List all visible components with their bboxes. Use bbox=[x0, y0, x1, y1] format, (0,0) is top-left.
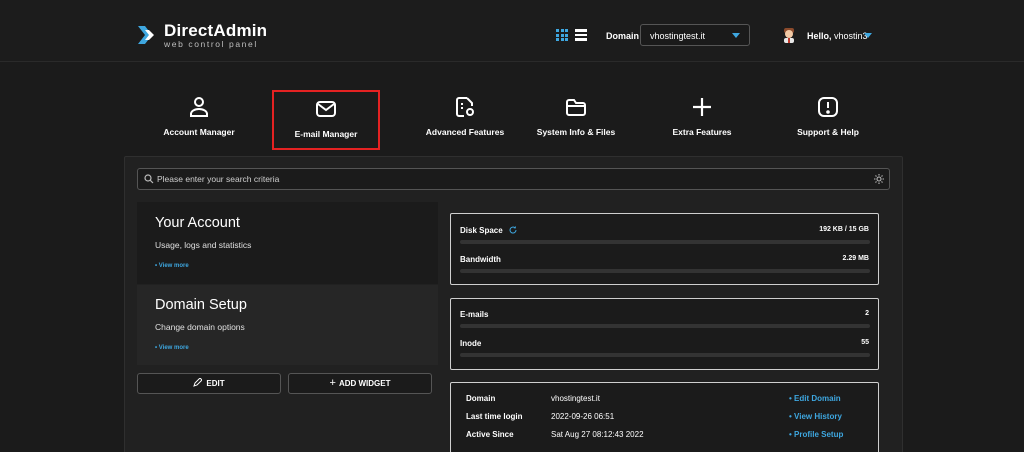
nav-advanced-features[interactable]: Advanced Features bbox=[405, 90, 525, 150]
top-bar: DirectAdmin web control panel Domain vho… bbox=[0, 0, 1024, 62]
nav-extra-features[interactable]: Extra Features bbox=[656, 90, 748, 150]
add-widget-button-label: ADD WIDGET bbox=[338, 379, 391, 388]
pencil-icon bbox=[193, 377, 204, 387]
avatar[interactable] bbox=[781, 27, 797, 43]
user-greeting[interactable]: Hello, vhostin3 bbox=[807, 31, 868, 41]
nav-label: Advanced Features bbox=[425, 127, 505, 137]
gear-icon[interactable] bbox=[873, 173, 885, 185]
disk-space-label: Disk Space bbox=[460, 226, 517, 235]
bandwidth-bar bbox=[460, 269, 870, 273]
domain-select[interactable]: vhostingtest.it bbox=[640, 24, 750, 46]
info-login-label: Last time login bbox=[466, 412, 523, 421]
emails-value: 2 bbox=[865, 310, 869, 317]
user-menu-chevron-icon[interactable] bbox=[864, 33, 872, 38]
nav-label: E-mail Manager bbox=[294, 129, 358, 139]
disk-space-value: 192 KB / 15 GB bbox=[819, 226, 869, 233]
nav-label: System Info & Files bbox=[536, 127, 616, 137]
username: vhostin3 bbox=[834, 31, 868, 41]
info-since-value: Sat Aug 27 08:12:43 2022 bbox=[551, 430, 644, 439]
disk-space-label-text: Disk Space bbox=[460, 226, 503, 235]
nav-email-manager[interactable]: E-mail Manager bbox=[272, 90, 380, 150]
card-domain-setup[interactable]: Domain Setup Change domain options • Vie… bbox=[137, 285, 438, 365]
list-view-icon[interactable] bbox=[575, 29, 587, 41]
emails-bar bbox=[460, 324, 870, 328]
card-title: Domain Setup bbox=[155, 297, 247, 313]
domain-label: Domain bbox=[606, 31, 640, 41]
grid-view-icon[interactable] bbox=[556, 29, 568, 41]
inode-bar bbox=[460, 353, 870, 357]
edit-button[interactable]: EDIT bbox=[137, 373, 281, 394]
emails-label: E-mails bbox=[460, 310, 489, 319]
edit-button-label: EDIT bbox=[206, 379, 225, 388]
info-domain-label: Domain bbox=[466, 394, 496, 403]
directadmin-logo[interactable]: DirectAdmin web control panel bbox=[136, 22, 267, 49]
logo-chevron-icon bbox=[138, 26, 154, 45]
view-more-link[interactable]: • View more bbox=[155, 345, 189, 351]
logo-subtitle: web control panel bbox=[164, 39, 258, 49]
plus-icon: + bbox=[329, 377, 336, 389]
domain-info-widget: Domain vhostingtest.it • Edit Domain Las… bbox=[450, 382, 879, 452]
bandwidth-label: Bandwidth bbox=[460, 255, 501, 264]
view-history-link[interactable]: • View History bbox=[789, 412, 842, 421]
inode-label: Inode bbox=[460, 339, 482, 348]
card-title: Your Account bbox=[155, 215, 240, 231]
refresh-icon[interactable] bbox=[509, 226, 517, 234]
file-gear-icon bbox=[456, 97, 474, 117]
search-input[interactable] bbox=[157, 172, 857, 186]
card-your-account[interactable]: Your Account Usage, logs and statistics … bbox=[137, 202, 438, 284]
info-login-value: 2022-09-26 06:51 bbox=[551, 412, 615, 421]
search-icon bbox=[144, 174, 154, 184]
logo-title: DirectAdmin bbox=[164, 21, 268, 40]
envelope-icon bbox=[316, 101, 336, 117]
nav-label: Account Manager bbox=[163, 127, 235, 137]
nav-label: Extra Features bbox=[672, 127, 732, 137]
search-bar bbox=[137, 168, 890, 190]
nav-support-help[interactable]: Support & Help bbox=[782, 90, 874, 150]
nav-account-manager[interactable]: Account Manager bbox=[148, 90, 250, 150]
view-more-link[interactable]: • View more bbox=[155, 263, 189, 269]
profile-setup-link[interactable]: • Profile Setup bbox=[789, 430, 843, 439]
nav-label: Support & Help bbox=[797, 127, 859, 137]
user-icon bbox=[190, 97, 208, 117]
nav-system-info-files[interactable]: System Info & Files bbox=[528, 90, 624, 150]
bandwidth-value: 2.29 MB bbox=[842, 255, 869, 262]
disk-bandwidth-widget: Disk Space 192 KB / 15 GB Bandwidth 2.29… bbox=[450, 213, 879, 285]
emails-inode-widget: E-mails 2 Inode 55 bbox=[450, 298, 879, 370]
inode-value: 55 bbox=[861, 339, 869, 346]
chevron-down-icon bbox=[732, 33, 740, 38]
alert-icon bbox=[818, 97, 838, 117]
domain-select-value: vhostingtest.it bbox=[650, 31, 706, 41]
greeting-text: Hello, bbox=[807, 31, 832, 41]
info-since-label: Active Since bbox=[466, 430, 514, 439]
folder-icon bbox=[566, 99, 586, 116]
info-domain-value: vhostingtest.it bbox=[551, 394, 600, 403]
card-subtitle: Usage, logs and statistics bbox=[155, 240, 252, 250]
disk-space-bar bbox=[460, 240, 870, 244]
card-subtitle: Change domain options bbox=[155, 322, 245, 332]
add-widget-button[interactable]: + ADD WIDGET bbox=[288, 373, 432, 394]
plus-icon bbox=[693, 98, 711, 116]
edit-domain-link[interactable]: • Edit Domain bbox=[789, 394, 841, 403]
